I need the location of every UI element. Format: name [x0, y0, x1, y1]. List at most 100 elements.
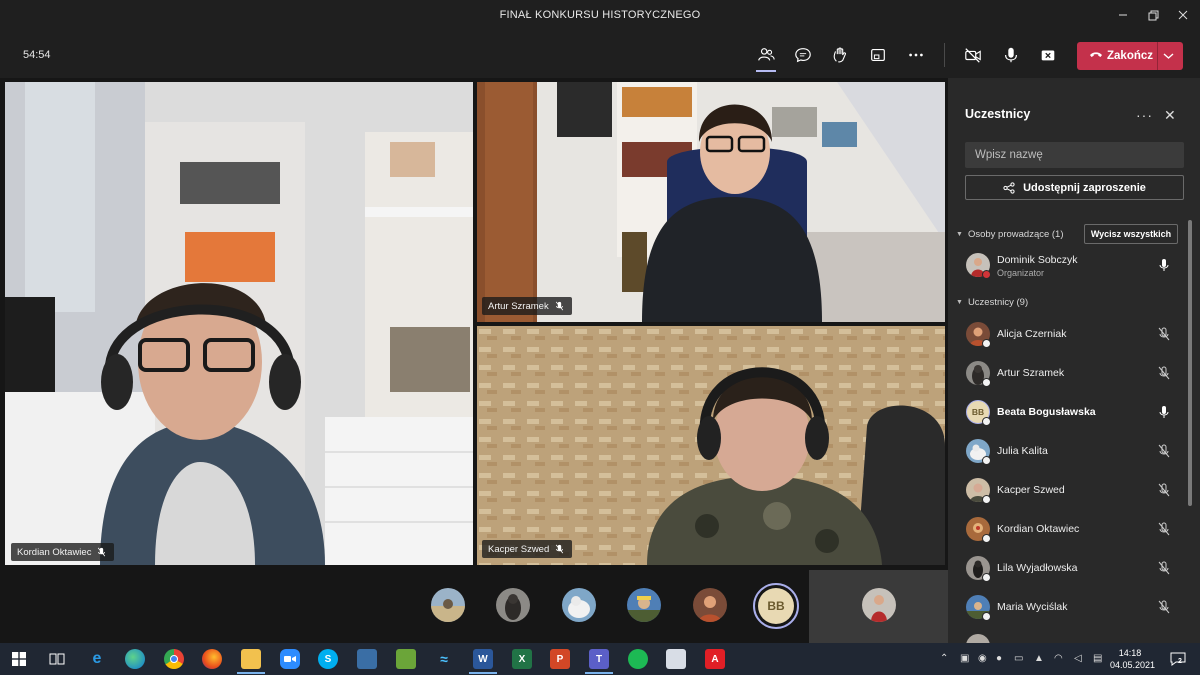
notifications-icon[interactable]: 2 — [1167, 649, 1189, 669]
internet-explorer-icon[interactable]: e — [87, 649, 107, 669]
end-call-divider — [1157, 42, 1158, 70]
attendees-section-header[interactable]: ▼ Uczestnicy (9) — [956, 297, 1028, 308]
mic-off-icon — [556, 544, 564, 554]
tray-icon[interactable]: ▲ — [1034, 653, 1044, 664]
participant-row-organizer[interactable]: Dominik Sobczyk Organizator — [948, 246, 1188, 285]
camera-toggle-button[interactable] — [959, 42, 987, 68]
battery-icon[interactable]: ▭ — [1014, 653, 1023, 664]
participant-row[interactable]: Julia Kalita — [948, 432, 1188, 471]
presenters-section-header[interactable]: ▼ Osoby prowadzące (1) — [956, 229, 1064, 240]
wifi-icon[interactable]: ◠ — [1054, 653, 1063, 664]
excel-icon[interactable]: X — [512, 649, 532, 669]
mic-off-icon[interactable] — [1157, 600, 1171, 614]
language-icon[interactable]: ▤ — [1093, 653, 1102, 664]
microphone-icon[interactable] — [1157, 258, 1171, 272]
panel-more-icon[interactable]: ··· — [1136, 107, 1153, 123]
microphone-icon[interactable] — [1157, 405, 1171, 419]
close-window-icon[interactable] — [1170, 4, 1196, 26]
windows-start-icon[interactable] — [9, 649, 29, 669]
mic-off-icon[interactable] — [1157, 444, 1171, 458]
close-icon[interactable]: ✕ — [1164, 107, 1176, 124]
mic-off-icon[interactable] — [1157, 561, 1171, 575]
minimize-icon[interactable] — [1110, 4, 1136, 26]
taskbar-clock[interactable]: 14:18 04.05.2021 — [1110, 647, 1155, 671]
participant-row[interactable]: BB Beata Bogusławska — [948, 393, 1188, 432]
mic-off-icon[interactable] — [1157, 327, 1171, 341]
more-actions-button[interactable] — [902, 42, 930, 68]
participant-row-partial[interactable] — [948, 627, 1188, 643]
participant-name: Julia Kalita — [997, 445, 1048, 457]
task-view-icon[interactable] — [47, 649, 67, 669]
active-app-indicator — [237, 672, 265, 674]
status-badge — [982, 417, 991, 426]
app-icon[interactable] — [357, 649, 377, 669]
rooms-button[interactable] — [864, 42, 892, 68]
participant-row[interactable]: Artur Szramek — [948, 354, 1188, 393]
meeting-toolbar: 54:54 Zakończ — [0, 32, 1200, 78]
thumb-avatar[interactable] — [431, 588, 465, 622]
word-icon[interactable]: W — [473, 649, 493, 669]
chevron-down-icon[interactable] — [1163, 51, 1174, 61]
mic-off-icon — [555, 301, 563, 311]
participant-name: Kordian Oktawiec — [997, 523, 1080, 535]
participant-row[interactable]: Alicja Czerniak — [948, 315, 1188, 354]
edge-icon[interactable] — [125, 649, 145, 669]
panel-scrollbar[interactable] — [1188, 220, 1192, 506]
mute-all-button[interactable]: Wycisz wszystkich — [1084, 224, 1178, 244]
end-call-button[interactable]: Zakończ — [1077, 42, 1183, 70]
tray-icon[interactable]: ◉ — [978, 653, 987, 664]
thumb-avatar — [862, 588, 896, 622]
chat-icon — [795, 48, 811, 63]
self-view-tile[interactable] — [809, 570, 948, 643]
app-icon[interactable] — [396, 649, 416, 669]
window-title: FINAŁ KONKURSU HISTORYCZNEGO — [499, 9, 701, 21]
status-badge — [982, 534, 991, 543]
app-icon[interactable] — [666, 649, 686, 669]
camera-off-icon — [965, 48, 981, 63]
participants-button[interactable] — [752, 42, 780, 68]
stop-sharing-button[interactable] — [1034, 42, 1062, 68]
tray-icon[interactable]: ● — [996, 653, 1002, 664]
active-app-indicator — [469, 672, 497, 674]
zoom-icon[interactable] — [280, 649, 300, 669]
chrome-icon[interactable] — [164, 649, 184, 669]
thumb-avatar[interactable] — [562, 588, 596, 622]
file-explorer-icon[interactable] — [241, 649, 261, 669]
participant-search-input[interactable] — [965, 142, 1184, 168]
video-tile-kordian[interactable]: Kordian Oktawiec — [5, 82, 473, 565]
thumb-avatar[interactable] — [627, 588, 661, 622]
mic-off-icon[interactable] — [1157, 483, 1171, 497]
video-tile-kacper[interactable]: Kacper Szwed — [477, 326, 945, 565]
tray-chevron-icon[interactable]: ⌃ — [940, 653, 948, 664]
participant-row[interactable]: Kacper Szwed — [948, 471, 1188, 510]
end-call-label: Zakończ — [1107, 50, 1154, 62]
skype-icon[interactable]: S — [318, 649, 338, 669]
mic-off-icon[interactable] — [1157, 366, 1171, 380]
teams-icon[interactable]: T — [589, 649, 609, 669]
volume-icon[interactable]: ◁ — [1074, 653, 1082, 664]
microphone-button[interactable] — [997, 42, 1025, 68]
participant-row[interactable]: Maria Wyciślak — [948, 588, 1188, 627]
video-tile-artur[interactable]: Artur Szramek — [477, 82, 945, 322]
participant-row[interactable]: Kordian Oktawiec — [948, 510, 1188, 549]
status-badge — [982, 270, 991, 279]
status-badge — [982, 612, 991, 621]
mic-off-icon[interactable] — [1157, 522, 1171, 536]
participant-row[interactable]: Lila Wyjadłowska — [948, 549, 1188, 588]
chat-button[interactable] — [789, 42, 817, 68]
thumb-avatar[interactable] — [693, 588, 727, 622]
share-invite-button[interactable]: Udostępnij zaproszenie — [965, 175, 1184, 200]
status-badge — [982, 495, 991, 504]
restore-icon[interactable] — [1140, 4, 1166, 26]
meeting-timer: 54:54 — [23, 49, 51, 61]
app-icon[interactable]: ≈ — [434, 649, 454, 669]
spotify-icon[interactable] — [628, 649, 648, 669]
firefox-icon[interactable] — [202, 649, 222, 669]
thumb-avatar-active-speaker[interactable]: BB — [753, 583, 799, 629]
powerpoint-icon[interactable]: P — [550, 649, 570, 669]
tray-icon[interactable]: ▣ — [960, 653, 969, 664]
reactions-button[interactable] — [826, 42, 854, 68]
participant-name: Maria Wyciślak — [997, 601, 1068, 613]
thumb-avatar[interactable] — [496, 588, 530, 622]
acrobat-icon[interactable]: A — [705, 649, 725, 669]
